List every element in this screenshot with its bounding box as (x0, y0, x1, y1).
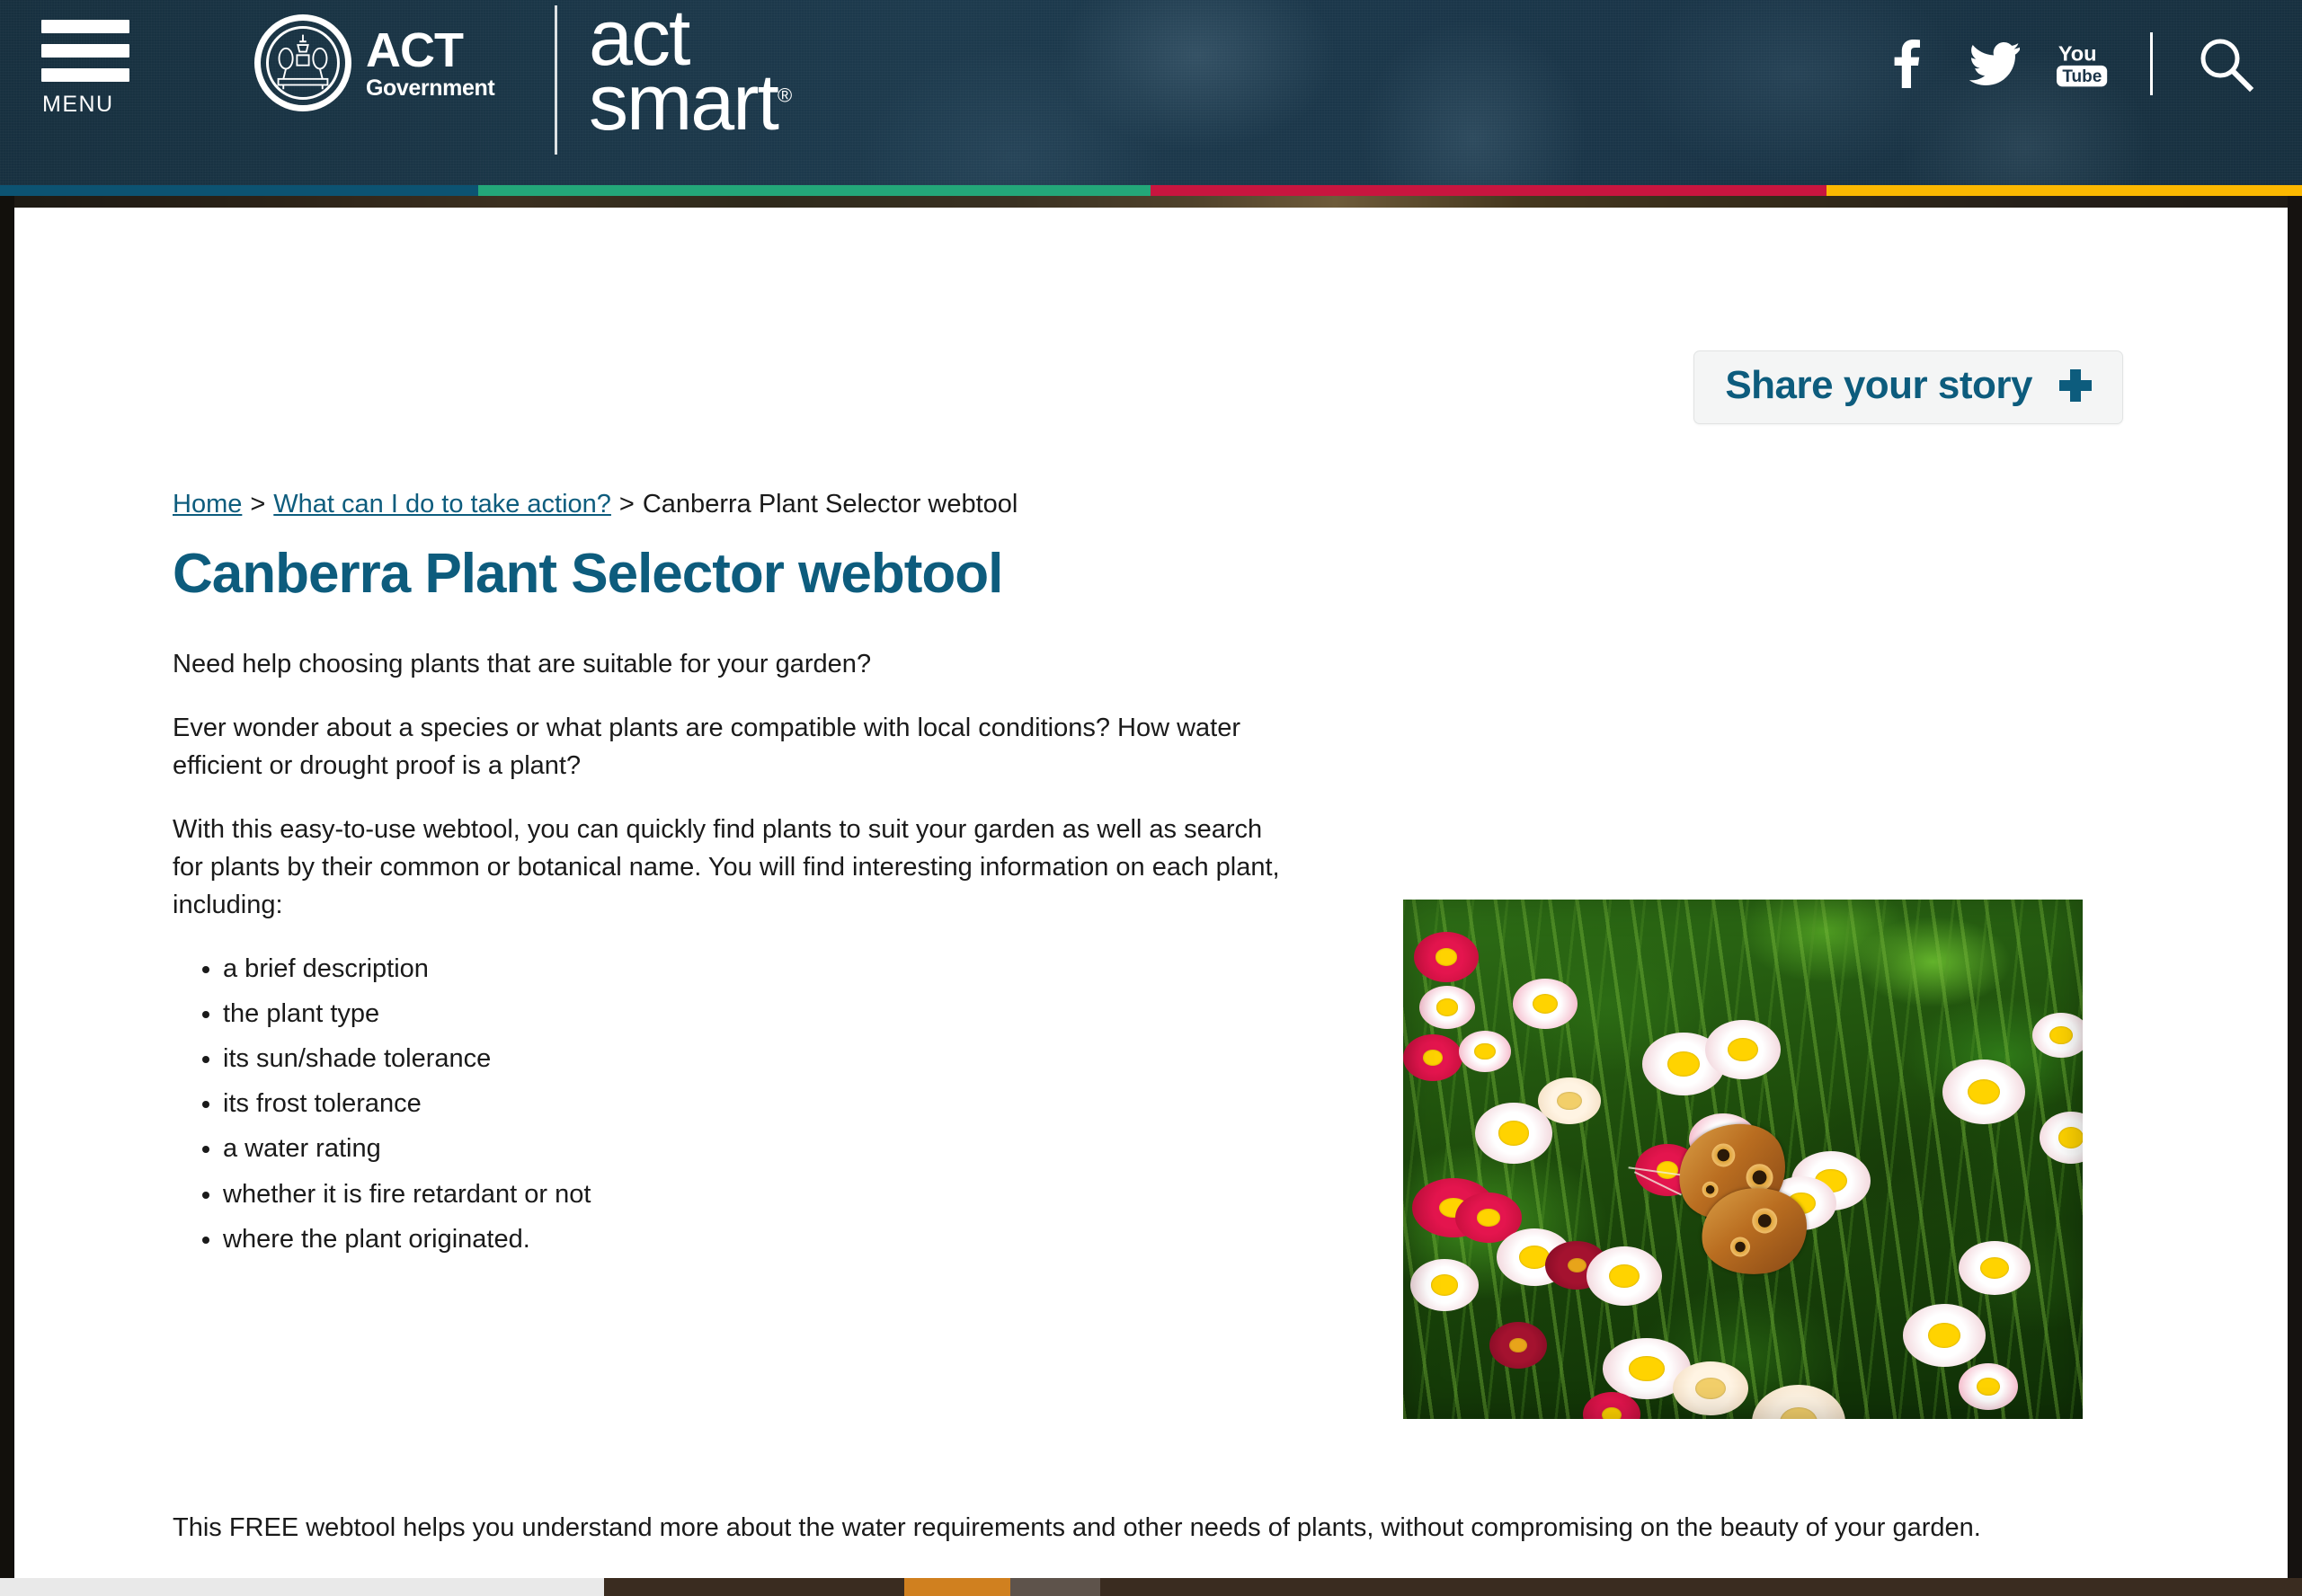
plus-icon (2059, 369, 2092, 402)
breadcrumb-separator: > (618, 490, 635, 519)
page-root: MENU ACT Government act smart® You Tube … (0, 0, 2302, 1596)
list-item: the plant type (223, 995, 1292, 1033)
intro-paragraph-1: Need help choosing plants that are suita… (173, 650, 872, 678)
bottom-seg (1100, 1578, 2302, 1596)
actsmart-line-2: smart (589, 58, 779, 147)
facebook-icon[interactable] (1880, 38, 1933, 90)
svg-text:You: You (2058, 41, 2097, 65)
page-title: Canberra Plant Selector webtool (173, 543, 1003, 605)
left-page-edge (0, 196, 14, 1596)
hamburger-icon-bar (41, 44, 129, 58)
hamburger-icon-bar (41, 20, 129, 33)
breadcrumb-item-current: Canberra Plant Selector webtool (642, 490, 1018, 519)
list-item: where the plant originated. (223, 1220, 1292, 1258)
menu-button[interactable]: MENU (41, 20, 167, 118)
right-page-edge (2288, 196, 2302, 1596)
list-item: whether it is fire retardant or not (223, 1175, 1292, 1213)
intro-paragraph-3: With this easy-to-use webtool, you can q… (173, 815, 1280, 920)
stripe-segment-yellow (1826, 185, 2302, 196)
actsmart-brand-logo[interactable]: act smart® (589, 0, 793, 142)
search-icon[interactable] (2194, 32, 2257, 95)
intro-paragraph-2: Ever wonder about a species or what plan… (173, 714, 1241, 781)
content-panel: Share your story Home > What can I do to t… (14, 208, 2288, 1596)
share-your-story-label: Share your story (1725, 363, 2032, 407)
brand-colour-stripe (0, 185, 2302, 196)
menu-label: MENU (42, 92, 114, 117)
share-your-story-button[interactable]: Share your story (1693, 350, 2123, 424)
bottom-edge-strip (0, 1578, 2302, 1596)
social-links: You Tube (1880, 32, 2257, 95)
list-item: its sun/shade tolerance (223, 1040, 1292, 1077)
act-logo-primary: ACT (366, 23, 464, 77)
act-wordmark: ACT Government (366, 23, 495, 101)
closing-paragraph-1: This FREE webtool helps you understand m… (173, 1513, 1981, 1542)
breadcrumb: Home > What can I do to take action? > Canbe… (173, 490, 1018, 519)
list-item: a brief description (223, 950, 1292, 988)
bottom-seg (1010, 1578, 1100, 1596)
list-item: its frost tolerance (223, 1085, 1292, 1122)
act-coat-of-arms-icon (254, 14, 351, 111)
registered-mark: ® (778, 84, 793, 107)
youtube-icon[interactable]: You Tube (2057, 38, 2109, 90)
bottom-seg (604, 1578, 904, 1596)
list-item: a water rating (223, 1130, 1292, 1167)
act-logo-secondary: Government (366, 75, 495, 101)
plant-info-list: a brief description the plant type its s… (223, 950, 1292, 1257)
twitter-icon[interactable] (1969, 38, 2021, 90)
body-text-column: Need help choosing plants that are suita… (173, 645, 1292, 1281)
header-divider (555, 5, 557, 155)
breadcrumb-item-home[interactable]: Home (173, 490, 242, 519)
breadcrumb-separator: > (250, 490, 266, 519)
svg-text:Tube: Tube (2062, 67, 2102, 86)
bottom-seg (0, 1578, 604, 1596)
social-search-divider (2150, 32, 2153, 95)
hamburger-icon-bar (41, 68, 129, 82)
stripe-segment-teal (0, 185, 478, 196)
stripe-segment-red (1151, 185, 1826, 196)
site-header: MENU ACT Government act smart® You Tube (0, 0, 2302, 185)
breadcrumb-item-take-action[interactable]: What can I do to take action? (273, 490, 611, 519)
feature-image-garden-butterfly (1403, 900, 2083, 1419)
stripe-segment-green (478, 185, 1151, 196)
act-government-logo[interactable]: ACT Government (254, 14, 495, 111)
bottom-seg (904, 1578, 1010, 1596)
